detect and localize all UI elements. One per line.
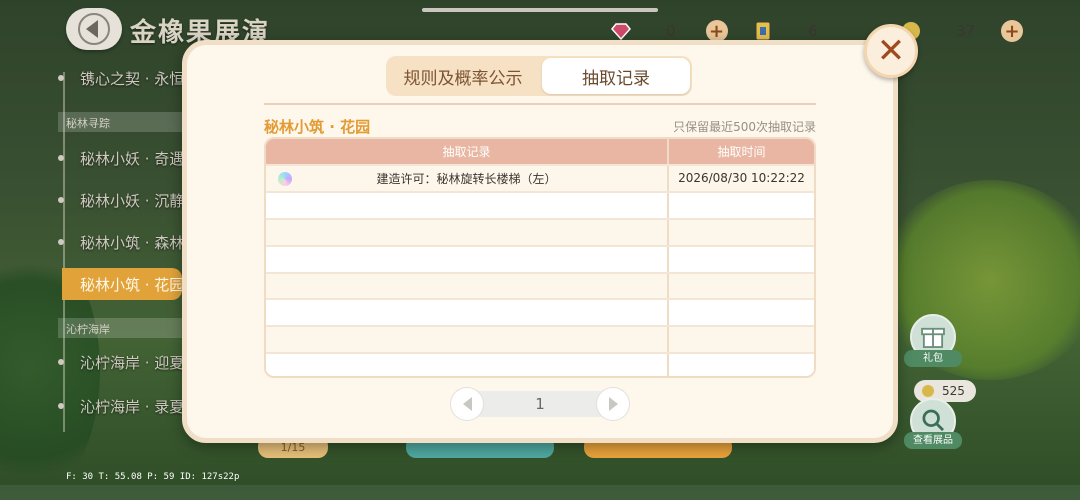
table-row: 建造许可：秘林旋转长楼梯（左） 2026/08/30 10:22:22 bbox=[266, 164, 814, 191]
sidebar-item-active[interactable]: 秘林小筑 · 花园 bbox=[62, 268, 182, 300]
currency-value: 6 bbox=[808, 22, 818, 40]
table-row bbox=[266, 298, 814, 326]
table-row bbox=[266, 352, 814, 376]
sidebar-group-label: 沁柠海岸 bbox=[58, 318, 182, 338]
back-arrow-icon bbox=[78, 13, 110, 45]
sidebar-item[interactable]: 沁柠海岸 · 迎夏 bbox=[58, 352, 184, 373]
currency-star-coin: 37 + bbox=[900, 20, 1024, 42]
tab-draw-records[interactable]: 抽取记录 bbox=[542, 58, 690, 94]
table-row bbox=[266, 217, 814, 245]
cell-item: 建造许可：秘林旋转长楼梯（左） bbox=[266, 166, 669, 191]
debug-stats: F: 30 T: 55.08 P: 59 ID: 127s22p bbox=[66, 472, 240, 482]
draw-record-table: 抽取记录 抽取时间 建造许可：秘林旋转长楼梯（左） 2026/08/30 10:2… bbox=[264, 137, 816, 378]
prev-page-button[interactable] bbox=[450, 387, 484, 421]
rarity-orb-icon bbox=[278, 172, 292, 186]
cell-time bbox=[669, 354, 814, 376]
table-row bbox=[266, 244, 814, 272]
cell-item bbox=[266, 354, 669, 376]
sidebar-item[interactable]: 秘林小妖 · 沉静 bbox=[58, 190, 184, 211]
table-row bbox=[266, 271, 814, 299]
sidebar-group-label: 秘林寻踪 bbox=[58, 112, 182, 132]
page-number: 1 bbox=[535, 395, 545, 413]
chevron-left-icon bbox=[462, 397, 472, 411]
pool-name: 秘林小筑 · 花园 bbox=[264, 118, 371, 136]
close-button[interactable]: ✕ bbox=[864, 24, 918, 78]
column-header-record: 抽取记录 bbox=[266, 139, 669, 164]
cell-time bbox=[669, 327, 814, 352]
table-header: 抽取记录 抽取时间 bbox=[266, 139, 814, 164]
record-limit-note: 只保留最近500次抽取记录 bbox=[673, 120, 816, 134]
modal-tabs: 规则及概率公示 抽取记录 bbox=[386, 56, 692, 96]
cell-item bbox=[266, 300, 669, 326]
add-currency-button[interactable]: + bbox=[1001, 20, 1024, 42]
column-header-time: 抽取时间 bbox=[717, 145, 766, 159]
table-row bbox=[266, 325, 814, 353]
cell-item bbox=[266, 219, 669, 245]
sidebar-item[interactable]: 沁柠海岸 · 录夏 bbox=[58, 396, 184, 417]
divider bbox=[264, 103, 816, 105]
cell-item bbox=[266, 273, 669, 299]
tab-rules-probability[interactable]: 规则及概率公示 bbox=[386, 56, 540, 96]
add-currency-button[interactable]: + bbox=[705, 20, 728, 42]
sidebar-item[interactable]: 秘林小筑 · 森林 bbox=[58, 232, 184, 253]
currency-heart-gem: 0 + bbox=[610, 20, 728, 42]
gift-pack-label: 礼包 bbox=[904, 350, 962, 367]
cell-time: 2026/08/30 10:22:22 bbox=[678, 171, 805, 186]
coin-balance: 525 bbox=[914, 380, 976, 402]
currency-value: 0 bbox=[666, 22, 676, 40]
cell-item bbox=[266, 246, 669, 272]
close-icon: ✕ bbox=[876, 31, 906, 71]
ticket-icon bbox=[755, 21, 771, 41]
cell-item-text: 建造许可：秘林旋转长楼梯（左） bbox=[376, 171, 557, 186]
cell-time bbox=[669, 220, 814, 245]
cell-time bbox=[669, 247, 814, 272]
pagination: 1 bbox=[450, 387, 630, 421]
view-exhibits-label: 查看展品 bbox=[904, 432, 962, 449]
coin-icon bbox=[922, 385, 934, 397]
heart-gem-icon bbox=[611, 23, 631, 41]
cell-time bbox=[669, 193, 814, 218]
next-page-button[interactable] bbox=[596, 387, 630, 421]
back-button[interactable] bbox=[66, 8, 122, 50]
cell-item bbox=[266, 192, 669, 218]
cell-time bbox=[669, 300, 814, 325]
table-row bbox=[266, 190, 814, 218]
sidebar-item[interactable]: 秘林小妖 · 奇遇 bbox=[58, 148, 184, 169]
sidebar-item[interactable]: 镌心之契 · 永恒 bbox=[58, 68, 184, 89]
drag-handle[interactable] bbox=[422, 8, 658, 12]
chevron-right-icon bbox=[608, 397, 618, 411]
cell-item bbox=[266, 327, 669, 353]
table-body: 建造许可：秘林旋转长楼梯（左） 2026/08/30 10:22:22 bbox=[266, 164, 814, 376]
currency-ticket: 6 bbox=[752, 20, 818, 42]
currency-value: 37 bbox=[956, 22, 976, 40]
cell-time bbox=[669, 274, 814, 299]
